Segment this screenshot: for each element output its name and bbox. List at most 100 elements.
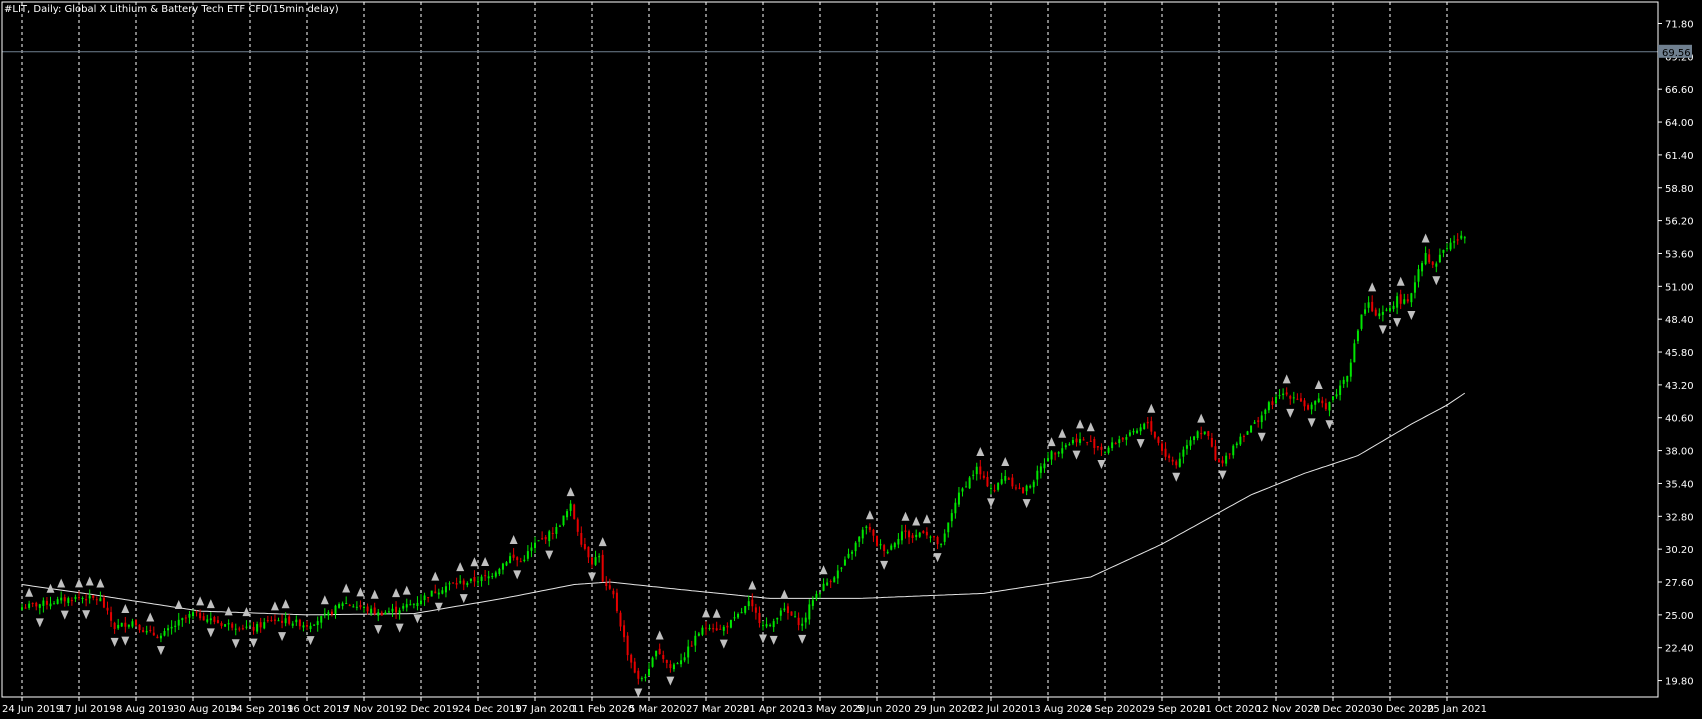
candle-body (31, 602, 34, 604)
candle-body (1438, 254, 1441, 263)
candle-body (60, 597, 63, 601)
candle-body (373, 607, 376, 615)
candle-body (1039, 466, 1042, 473)
y-tick-label: 40.60 (1665, 414, 1694, 425)
candle-body (1321, 400, 1324, 404)
candle-body (776, 617, 779, 620)
candle-body (591, 557, 593, 565)
candle-body (1367, 302, 1370, 308)
candle-body (900, 531, 903, 541)
candle-body (273, 619, 276, 621)
candle-body (370, 608, 373, 614)
candle-body (975, 466, 978, 475)
candle-body (1246, 431, 1249, 435)
candle-body (1406, 299, 1409, 302)
candle-body (729, 620, 732, 628)
candle-body (1235, 443, 1238, 446)
candle-body (1392, 305, 1395, 310)
candle-body (897, 538, 900, 545)
candle-body (997, 483, 1000, 490)
candle-body (1314, 400, 1317, 405)
candle-body (38, 604, 41, 608)
candle-body (338, 604, 341, 608)
candle-body (790, 611, 793, 616)
candle-body (102, 597, 105, 608)
candle-body (751, 599, 754, 607)
candle-body (933, 535, 935, 538)
candle-body (398, 610, 401, 614)
candle-body (423, 595, 426, 601)
x-tick-label: 24 Sep 2019 (230, 704, 293, 715)
x-tick-label: 11 Feb 2020 (572, 704, 634, 715)
candle-body (986, 477, 989, 487)
candle-body (120, 622, 123, 627)
candle-body (1285, 392, 1288, 395)
price-chart[interactable]: 71.8069.2066.6064.0061.4058.8056.2053.60… (0, 0, 1702, 719)
candle-body (957, 492, 960, 505)
candle-body (405, 604, 408, 608)
candle-body (993, 490, 996, 492)
x-tick-label: 13 May 2020 (800, 704, 865, 715)
candle-body (829, 581, 832, 583)
candle-body (469, 578, 472, 582)
candle-body (306, 625, 308, 627)
candle-body (523, 559, 526, 561)
candle-body (1460, 235, 1463, 239)
x-tick-label: 30 Dec 2020 (1370, 704, 1434, 715)
candle-body (1203, 431, 1206, 435)
candle-body (626, 635, 629, 656)
candle-body (437, 592, 440, 595)
candle-body (644, 676, 647, 679)
y-tick-label: 22.40 (1665, 644, 1694, 655)
candle-body (1360, 314, 1363, 329)
x-tick-label: 21 Apr 2020 (743, 704, 805, 715)
candle-body (466, 583, 469, 586)
candle-body (145, 630, 148, 633)
candle-body (1389, 307, 1391, 312)
candle-body (940, 543, 943, 545)
candle-body (1121, 437, 1124, 440)
x-tick-label: 7 Dec 2020 (1313, 704, 1371, 715)
candle-body (519, 561, 522, 563)
candle-body (298, 619, 301, 627)
candle-body (395, 606, 398, 613)
y-tick-label: 64.00 (1665, 118, 1694, 129)
candle-body (441, 590, 444, 594)
candle-body (843, 559, 846, 566)
candle-body (883, 545, 886, 552)
candle-body (965, 486, 968, 488)
candle-body (1093, 439, 1096, 448)
candle-body (765, 624, 768, 627)
x-tick-label: 29 Sep 2020 (1142, 704, 1205, 715)
candle-body (1299, 398, 1302, 402)
candle-body (28, 603, 31, 608)
candle-body (1463, 237, 1466, 239)
x-tick-label: 7 Nov 2019 (344, 704, 402, 715)
candle-body (1107, 447, 1110, 453)
candle-body (758, 612, 761, 623)
candle-body (544, 536, 547, 540)
candle-body (234, 628, 237, 630)
candle-body (1446, 248, 1448, 250)
x-tick-label: 21 Oct 2020 (1199, 704, 1261, 715)
candle-body (106, 607, 109, 611)
candle-body (701, 627, 704, 635)
candle-body (658, 648, 661, 655)
y-tick-label: 66.60 (1665, 85, 1694, 96)
candle-body (708, 628, 711, 630)
candle-body (127, 624, 130, 627)
candle-body (348, 604, 351, 606)
x-tick-label: 22 Jul 2020 (971, 704, 1028, 715)
candle-body (1047, 458, 1049, 462)
candle-body (801, 623, 804, 626)
candle-body (754, 607, 757, 613)
candle-body (972, 474, 975, 476)
candle-body (1189, 440, 1192, 446)
candle-body (334, 605, 337, 615)
candle-body (1260, 415, 1263, 423)
candle-body (911, 535, 914, 538)
candle-body (1082, 439, 1085, 441)
candle-body (551, 533, 554, 535)
candle-body (601, 554, 604, 582)
candle-body (868, 527, 871, 530)
